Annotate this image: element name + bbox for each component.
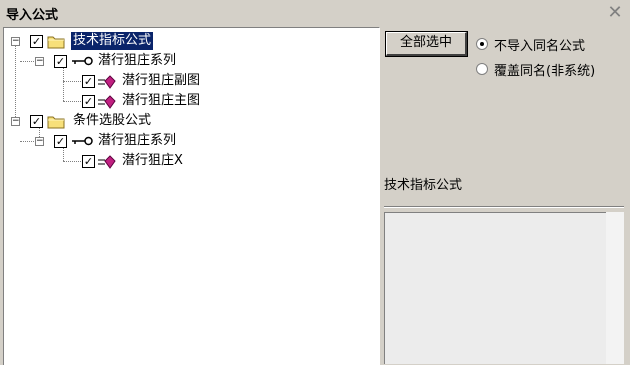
radio-label-overwrite-same-name[interactable]: 覆盖同名(非系统) (494, 60, 595, 79)
tree-checkbox[interactable]: ✓ (30, 115, 43, 128)
tree-node-label: 潜行狙庄主图 (122, 93, 201, 108)
tree-node-sub-chart[interactable]: ✓ 潜行狙庄副图 (4, 72, 254, 92)
formula-gem-icon (98, 155, 116, 169)
tree-node-label: 潜行狙庄系列 (98, 133, 177, 148)
tree-checkbox[interactable]: ✓ (54, 135, 67, 148)
radio-skip-same-name[interactable] (476, 38, 488, 50)
tree-checkbox[interactable]: ✓ (82, 75, 95, 88)
tree-node-label: 潜行狙庄副图 (122, 73, 201, 88)
description-title: 技术指标公式 (384, 178, 463, 193)
tree-node-technical-formulas[interactable]: − ✓ 技术指标公式 (4, 31, 204, 52)
window-title: 导入公式 (6, 8, 59, 23)
tree-node-label: 潜行狙庄系列 (98, 53, 177, 68)
tree-node-stock-selection-formulas[interactable]: − ✓ 条件选股公式 (4, 112, 204, 132)
close-icon[interactable]: ✕ (604, 2, 626, 24)
collapse-icon[interactable]: − (35, 137, 44, 146)
tree-node-x[interactable]: ✓ 潜行狙庄X (4, 152, 254, 172)
folder-icon (47, 36, 65, 49)
description-box (384, 212, 606, 364)
description-scrollbar[interactable] (606, 212, 624, 364)
tree-node-label: 条件选股公式 (73, 113, 152, 128)
formula-tree: − ✓ 技术指标公式 − ✓ 潜行狙庄系列 ✓ 潜行狙庄副图 ✓ 潜行狙庄主图 … (3, 27, 380, 365)
formula-gem-icon (98, 75, 116, 89)
folder-icon (47, 116, 65, 129)
tree-node-main-chart[interactable]: ✓ 潜行狙庄主图 (4, 92, 254, 112)
collapse-icon[interactable]: − (11, 117, 20, 126)
key-icon (72, 56, 93, 66)
tree-checkbox[interactable]: ✓ (82, 95, 95, 108)
title-bar: 导入公式 ✕ (0, 0, 630, 26)
radio-overwrite-same-name[interactable] (476, 63, 488, 75)
collapse-icon[interactable]: − (11, 37, 20, 46)
collapse-icon[interactable]: − (35, 57, 44, 66)
divider (384, 206, 624, 208)
tree-node-label: 潜行狙庄X (122, 153, 183, 168)
tree-node-label: 技术指标公式 (69, 31, 155, 51)
radio-label-skip-same-name[interactable]: 不导入同名公式 (494, 35, 585, 54)
tree-checkbox[interactable]: ✓ (30, 35, 43, 48)
tree-node-series[interactable]: − ✓ 潜行狙庄系列 (4, 52, 204, 72)
tree-checkbox[interactable]: ✓ (54, 55, 67, 68)
tree-checkbox[interactable]: ✓ (82, 155, 95, 168)
key-icon (72, 136, 93, 146)
tree-node-series[interactable]: − ✓ 潜行狙庄系列 (4, 132, 204, 152)
formula-gem-icon (98, 95, 116, 109)
select-all-button[interactable]: 全部选中 (385, 31, 468, 57)
